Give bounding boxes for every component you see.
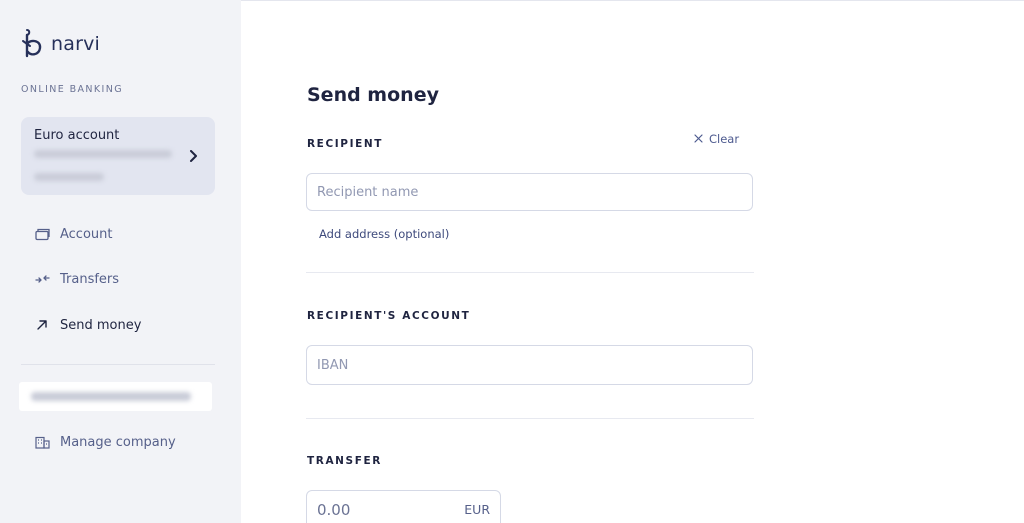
transfer-arrows-icon [34, 271, 50, 287]
sidebar-item-send-money[interactable]: Send money [34, 317, 141, 333]
clear-label: Clear [709, 132, 740, 146]
main-content: Send money RECIPIENT Clear Add address (… [241, 0, 1024, 523]
app-root: narvi ONLINE BANKING Euro account Accoun… [0, 0, 1024, 523]
currency-label: EUR [464, 502, 490, 517]
account-card[interactable]: Euro account [21, 117, 215, 195]
recipient-name-input[interactable] [306, 173, 753, 211]
sidebar-item-account[interactable]: Account [34, 226, 113, 242]
page-title: Send money [307, 84, 439, 106]
amount-field: EUR [306, 490, 501, 523]
amount-input[interactable] [307, 491, 447, 523]
sidebar-item-label: Account [60, 226, 113, 242]
clear-button[interactable]: Clear [694, 132, 739, 146]
arrow-up-right-icon [34, 317, 50, 333]
building-icon [34, 434, 50, 450]
narvi-logo-icon [21, 28, 45, 60]
transfer-section-label: TRANSFER [307, 455, 382, 467]
sidebar-item-transfers[interactable]: Transfers [34, 271, 119, 287]
sidebar-item-label: Transfers [60, 271, 120, 287]
redacted-balance [34, 173, 104, 181]
close-icon [694, 132, 703, 146]
brand-logo[interactable]: narvi [21, 28, 100, 60]
account-name: Euro account [34, 128, 120, 143]
company-selector[interactable] [19, 382, 212, 411]
redacted-company-name [31, 392, 191, 401]
chevron-right-icon [188, 148, 198, 166]
section-label: ONLINE BANKING [21, 84, 124, 95]
sidebar-item-manage-company[interactable]: Manage company [34, 434, 176, 450]
sidebar-item-label: Manage company [60, 434, 176, 450]
sidebar-divider [21, 364, 215, 365]
recipient-section-label: RECIPIENT [307, 138, 383, 150]
recipient-account-section-label: RECIPIENT'S ACCOUNT [307, 310, 471, 322]
section-divider [306, 272, 754, 273]
sidebar-item-label: Send money [60, 317, 142, 333]
section-divider [306, 418, 754, 419]
add-address-link[interactable]: Add address (optional) [319, 227, 449, 241]
wallet-icon [34, 226, 50, 242]
redacted-iban [34, 150, 172, 158]
sidebar: narvi ONLINE BANKING Euro account Accoun… [0, 0, 241, 523]
brand-name: narvi [51, 33, 101, 55]
iban-input[interactable] [306, 345, 753, 385]
